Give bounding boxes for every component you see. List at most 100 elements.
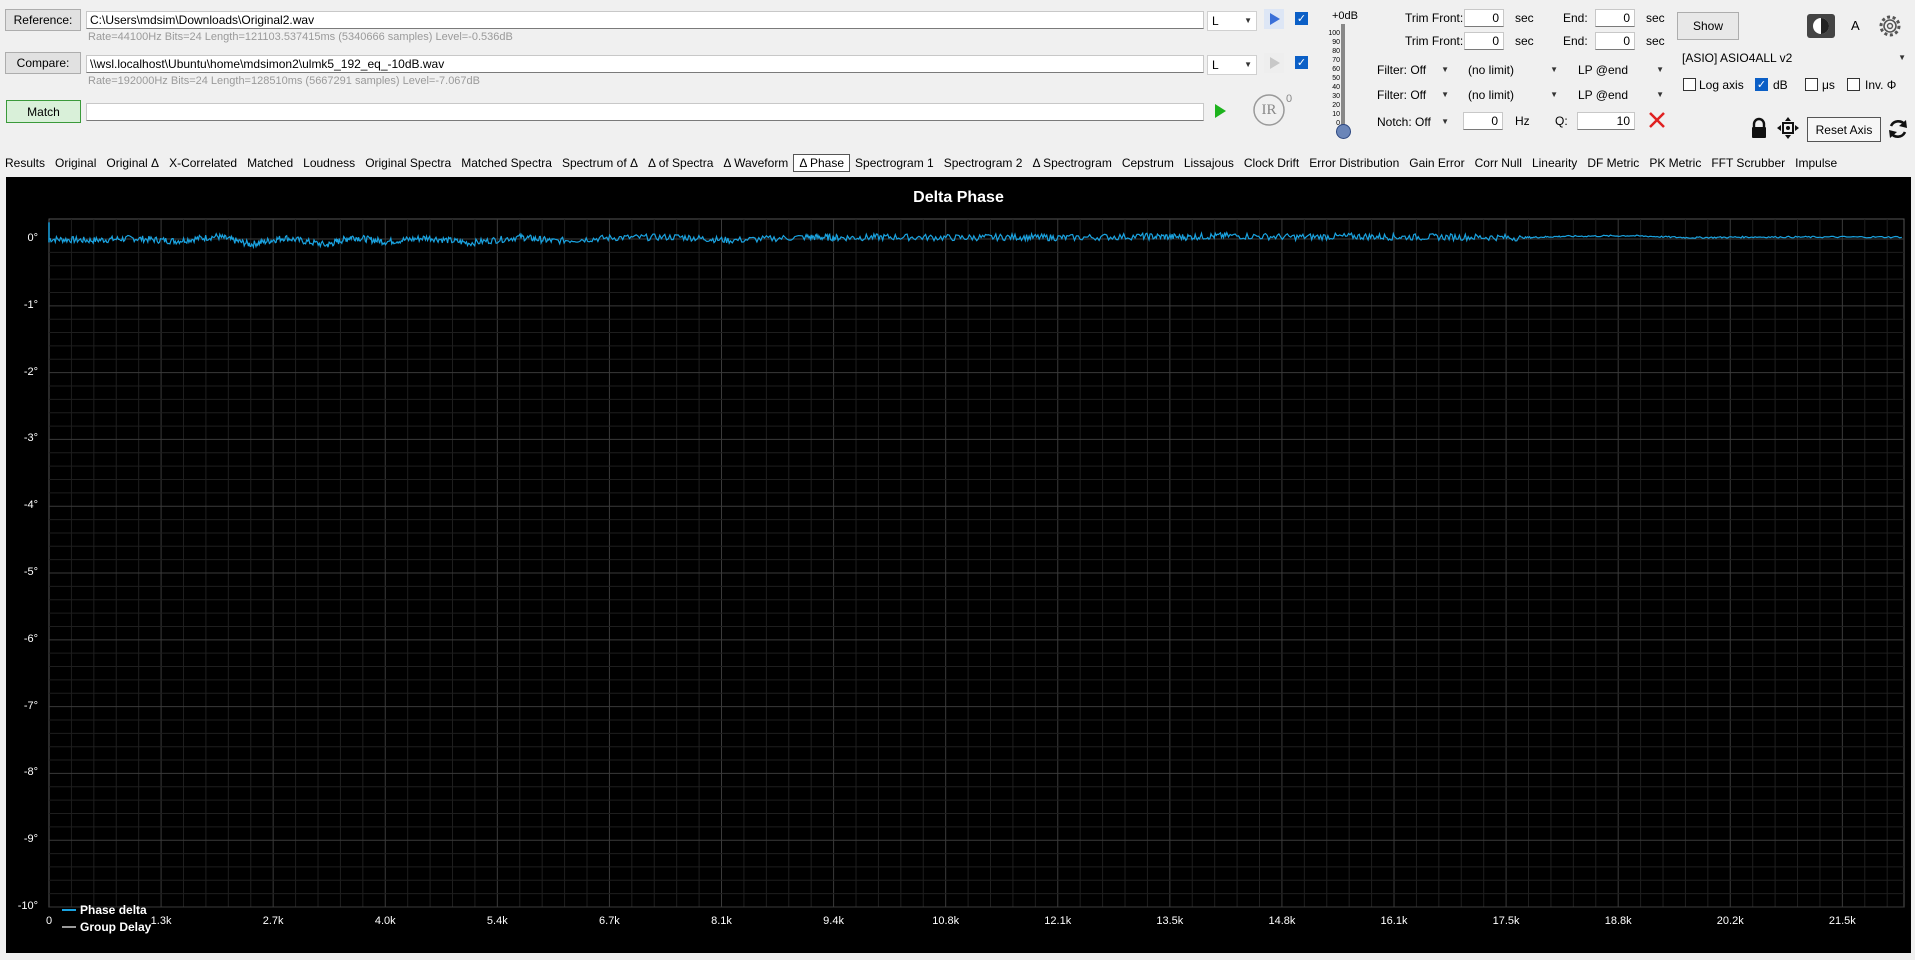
tab-6[interactable]: Original Spectra — [360, 154, 456, 172]
trim-front-label-1: Trim Front: — [1405, 11, 1464, 25]
tab-23[interactable]: PK Metric — [1644, 154, 1706, 172]
x-tick-label: 2.7k — [262, 915, 284, 927]
filter-limit-select-1[interactable]: (no limit) ▼ — [1463, 60, 1563, 80]
trim-front-unit-1: sec — [1515, 11, 1534, 25]
tab-24[interactable]: FFT Scrubber — [1706, 154, 1790, 172]
reference-enable-checkbox[interactable]: ✓ — [1295, 12, 1308, 25]
compare-enable-checkbox[interactable]: ✓ — [1295, 56, 1308, 69]
tab-14[interactable]: Δ Spectrogram — [1027, 154, 1116, 172]
tab-9[interactable]: Δ of Spectra — [643, 154, 718, 172]
tab-10[interactable]: Δ Waveform — [718, 154, 793, 172]
x-tick-label: 8.1k — [711, 915, 732, 927]
y-tick-label: -6° — [23, 632, 38, 645]
reference-channel-select[interactable]: L ▼ — [1207, 11, 1257, 31]
volume-track — [1341, 24, 1345, 132]
lock-icon[interactable] — [1749, 117, 1769, 139]
notch-select[interactable]: Notch: Off ▼ — [1372, 112, 1454, 132]
filter-select-2[interactable]: Filter: Off ▼ — [1372, 85, 1454, 105]
trim-end-input-2[interactable]: 0 — [1595, 32, 1635, 50]
audio-device-select[interactable]: [ASIO] ASIO4ALL v2 ▼ — [1677, 48, 1911, 68]
x-tick-label: 6.7k — [599, 915, 620, 927]
run-match-icon[interactable] — [1210, 101, 1230, 121]
trim-front-input-1[interactable]: 0 — [1464, 9, 1504, 27]
filter-select-1[interactable]: Filter: Off ▼ — [1372, 60, 1454, 80]
x-tick-label: 12.1k — [1044, 915, 1072, 927]
tab-15[interactable]: Cepstrum — [1117, 154, 1179, 172]
db-checkbox[interactable]: ✓ — [1755, 78, 1768, 91]
y-tick-label: -1° — [23, 298, 38, 311]
volume-scale-tick: 90 — [1332, 39, 1340, 46]
microseconds-checkbox[interactable] — [1805, 78, 1818, 91]
tab-3[interactable]: X-Correlated — [164, 154, 242, 172]
y-tick-label: -8° — [23, 766, 38, 779]
compare-path-field[interactable]: \\wsl.localhost\Ubuntu\home\mdsimon2\ulm… — [86, 55, 1204, 73]
volume-scale-tick: 30 — [1332, 93, 1340, 100]
log-axis-checkbox[interactable] — [1683, 78, 1696, 91]
tab-21[interactable]: Linearity — [1527, 154, 1582, 172]
legend-item-group-delay: Group Delay — [62, 918, 151, 935]
filter-limit-select-2[interactable]: (no limit) ▼ — [1463, 85, 1563, 105]
x-tick-label: 9.4k — [823, 915, 844, 927]
notch-hz-unit: Hz — [1515, 114, 1530, 128]
tab-20[interactable]: Corr Null — [1470, 154, 1527, 172]
ir-icon[interactable]: IR — [1252, 93, 1286, 127]
show-button[interactable]: Show — [1677, 12, 1739, 40]
tab-2[interactable]: Original Δ — [101, 154, 164, 172]
reference-info: Rate=44100Hz Bits=24 Length=121103.53741… — [88, 31, 513, 43]
microseconds-label: μs — [1822, 78, 1835, 92]
tab-8[interactable]: Spectrum of Δ — [557, 154, 643, 172]
tab-18[interactable]: Error Distribution — [1304, 154, 1404, 172]
tab-13[interactable]: Spectrogram 2 — [939, 154, 1028, 172]
lp-select-1[interactable]: LP @end ▼ — [1573, 60, 1669, 80]
trim-front-unit-2: sec — [1515, 34, 1534, 48]
x-tick-label: 21.5k — [1828, 915, 1856, 927]
reset-axis-button[interactable]: Reset Axis — [1807, 117, 1881, 142]
pan-move-icon[interactable] — [1776, 116, 1800, 140]
tab-17[interactable]: Clock Drift — [1239, 154, 1304, 172]
x-tick-label: 5.4k — [486, 915, 508, 927]
compare-button[interactable]: Compare: — [5, 52, 81, 74]
settings-gear-icon[interactable] — [1877, 13, 1903, 39]
tab-4[interactable]: Matched — [242, 154, 298, 172]
tab-1[interactable]: Original — [50, 154, 101, 172]
tab-5[interactable]: Loudness — [298, 154, 360, 172]
q-input[interactable]: 10 — [1577, 112, 1635, 130]
match-progress-field — [86, 103, 1204, 121]
play-compare-icon[interactable] — [1264, 53, 1284, 73]
play-reference-icon[interactable] — [1264, 9, 1284, 29]
clear-filters-icon[interactable] — [1648, 111, 1666, 129]
tab-19[interactable]: Gain Error — [1404, 154, 1469, 172]
legend-label-group-delay: Group Delay — [80, 919, 152, 934]
theme-toggle-icon[interactable] — [1807, 14, 1835, 38]
refresh-icon[interactable] — [1886, 117, 1910, 141]
match-button[interactable]: Match — [6, 100, 81, 123]
volume-scale: 100 90 80 70 60 50 40 30 20 10 0 — [1322, 30, 1340, 135]
notch-hz-input[interactable]: 0 — [1463, 112, 1503, 130]
tab-12[interactable]: Spectrogram 1 — [850, 154, 939, 172]
y-tick-label: 0° — [27, 232, 38, 245]
tab-11[interactable]: Δ Phase — [793, 154, 851, 172]
tab-16[interactable]: Lissajous — [1179, 154, 1239, 172]
delta-phase-plot[interactable]: Delta Phase 0 1.3k 2.7k 4.0k 5.4k 6.7k 8.1k 9.4… — [6, 177, 1911, 953]
volume-label: +0dB — [1332, 10, 1358, 22]
reference-path-field[interactable]: C:\Users\mdsim\Downloads\Original2.wav — [86, 11, 1204, 29]
y-tick-label: -7° — [23, 699, 38, 712]
tab-0[interactable]: Results — [0, 154, 50, 172]
tab-25[interactable]: Impulse — [1790, 154, 1842, 172]
lp-select-2[interactable]: LP @end ▼ — [1573, 85, 1669, 105]
volume-slider-thumb[interactable] — [1336, 124, 1351, 139]
trim-end-input-1[interactable]: 0 — [1595, 9, 1635, 27]
tab-22[interactable]: DF Metric — [1582, 154, 1644, 172]
legend-swatch-group-delay — [62, 925, 76, 928]
invert-phase-checkbox[interactable] — [1847, 78, 1860, 91]
trim-front-input-2[interactable]: 0 — [1464, 32, 1504, 50]
view-tabs: Results Original Original Δ X-Correlated Mat… — [0, 153, 1915, 173]
font-size-label[interactable]: A — [1851, 18, 1860, 33]
tab-7[interactable]: Matched Spectra — [456, 154, 557, 172]
compare-channel-select[interactable]: L ▼ — [1207, 55, 1257, 75]
volume-scale-tick: 50 — [1332, 75, 1340, 82]
volume-scale-tick: 10 — [1332, 111, 1340, 118]
y-tick-label: -2° — [23, 365, 38, 378]
reference-button[interactable]: Reference: — [5, 9, 81, 31]
q-label: Q: — [1555, 114, 1568, 128]
